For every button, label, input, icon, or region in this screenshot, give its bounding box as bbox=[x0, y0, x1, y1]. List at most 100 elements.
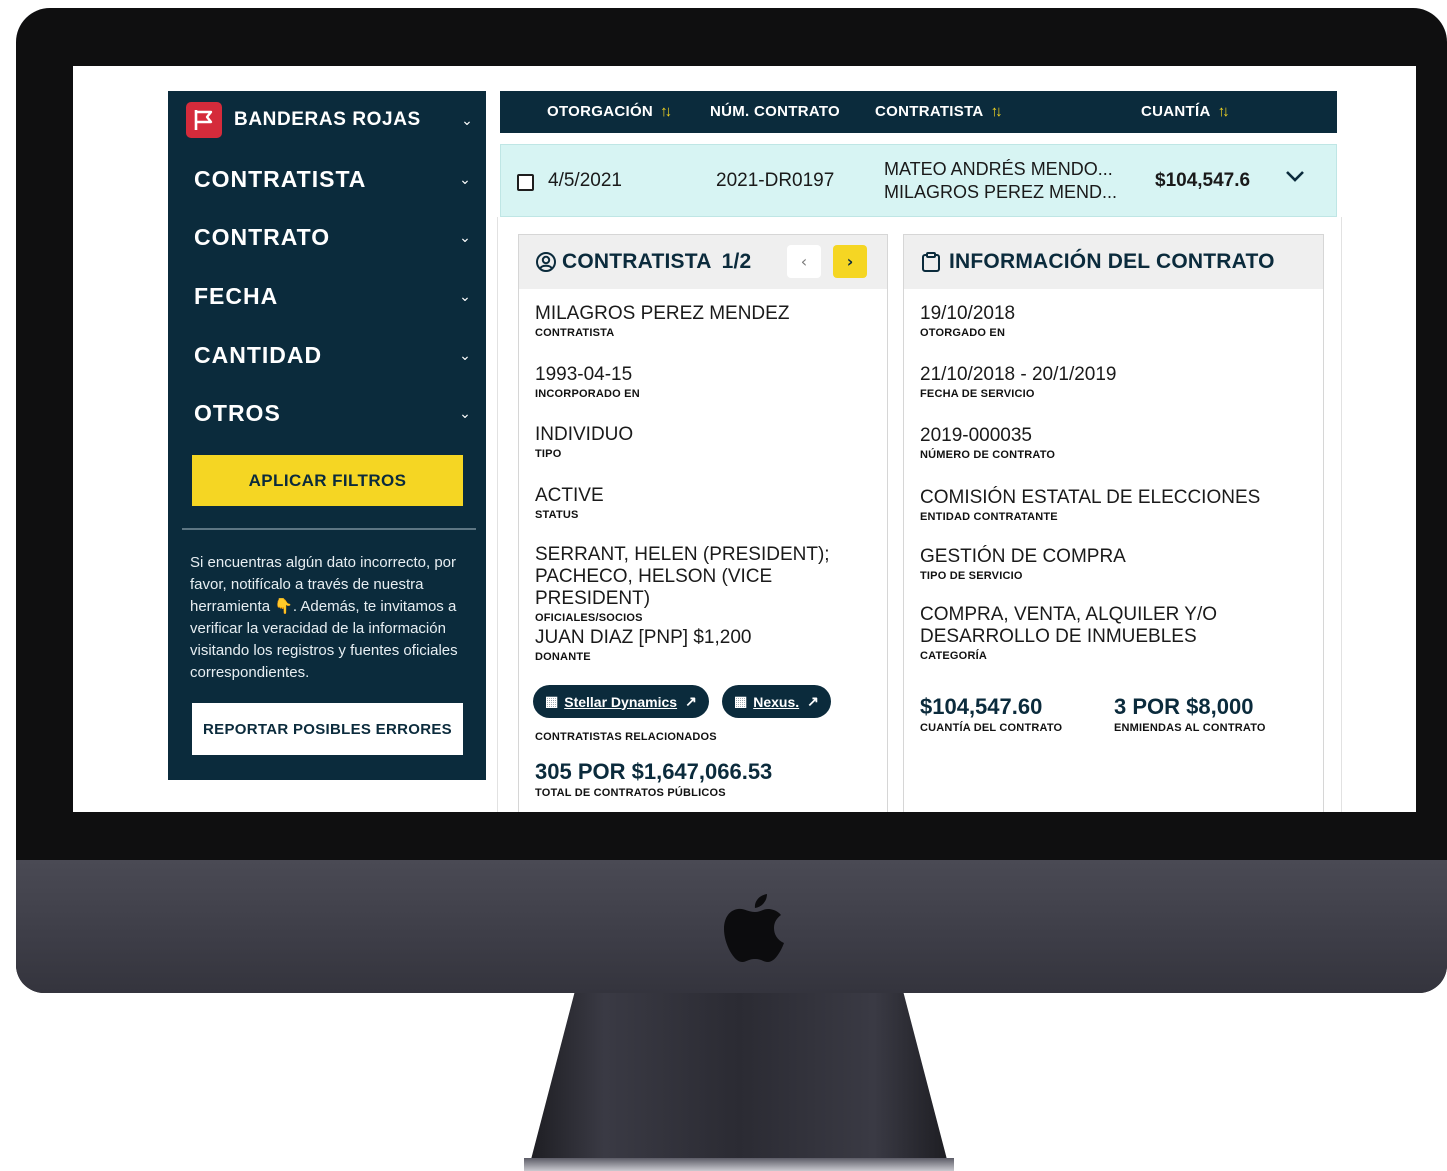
field-value-line1: SERRANT, HELEN (PRESIDENT); bbox=[535, 544, 830, 565]
chevron-down-icon: ⌄ bbox=[459, 228, 471, 245]
field-value: COMISIÓN ESTATAL DE ELECCIONES bbox=[920, 487, 1261, 508]
field-value-line2: DESARROLLO DE INMUEBLES bbox=[920, 626, 1197, 647]
error-notice-text: Si encuentras algún dato incorrecto, por… bbox=[190, 554, 458, 681]
field-value: INDIVIDUO bbox=[535, 424, 634, 445]
field-value: JUAN DIAZ [PNP] $1,200 bbox=[535, 627, 752, 648]
apple-logo-icon bbox=[724, 894, 784, 962]
related-contractor-name: Nexus. bbox=[753, 693, 800, 710]
chevron-down-icon: ⌄ bbox=[461, 111, 473, 128]
field-label: DONANTE bbox=[535, 651, 591, 663]
field-label: FECHA DE SERVICIO bbox=[920, 388, 1035, 400]
officers-field: SERRANT, HELEN (PRESIDENT); PACHECO, HEL… bbox=[535, 544, 887, 624]
row-contractor-line1: MATEO ANDRÉS MENDO... bbox=[884, 159, 1113, 179]
total-contracts-value: 305 POR $1,647,066.53 bbox=[535, 759, 773, 784]
sort-icon: ↑↓ bbox=[1217, 103, 1230, 120]
service-date-field: 21/10/2018 - 20/1/2019 FECHA DE SERVICIO bbox=[920, 364, 1117, 400]
incorporated-field: 1993-04-15 INCORPORADO EN bbox=[535, 364, 640, 400]
filter-label: OTROS bbox=[194, 399, 281, 426]
table-row[interactable]: 4/5/2021 2021-DR0197 MATEO ANDRÉS MENDO.… bbox=[500, 144, 1337, 217]
field-value: GESTIÓN DE COMPRA bbox=[920, 546, 1126, 567]
contract-amount-value: $104,547.60 bbox=[920, 694, 1043, 719]
contract-number-field: 2019-000035 NÚMERO DE CONTRATO bbox=[920, 425, 1055, 461]
type-field: INDIVIDUO TIPO bbox=[535, 424, 633, 460]
field-label: OTORGADO EN bbox=[920, 327, 1006, 339]
previous-contractor-button[interactable]: ‹ bbox=[787, 245, 821, 278]
filter-date[interactable]: FECHA ⌄ bbox=[194, 276, 474, 316]
contractor-pager: 1/2 bbox=[721, 250, 752, 273]
clipboard-icon bbox=[922, 252, 940, 272]
monitor-stand bbox=[528, 993, 950, 1171]
chevron-down-icon: ⌄ bbox=[459, 404, 471, 421]
column-header-amount[interactable]: CUANTÍA ↑↓ bbox=[1141, 103, 1230, 120]
chevron-down-icon: ⌄ bbox=[459, 346, 471, 363]
related-contractor-link[interactable]: ▦ Nexus. ↗ bbox=[722, 685, 831, 718]
column-header-contract-number: NÚM. CONTRATO bbox=[710, 103, 840, 120]
app-screen: BANDERAS ROJAS ⌄ CONTRATISTA ⌄ CONTRATO … bbox=[73, 66, 1416, 812]
next-contractor-button[interactable]: › bbox=[833, 245, 867, 278]
field-value: 19/10/2018 bbox=[920, 303, 1016, 324]
awarded-on-field: 19/10/2018 OTORGADO EN bbox=[920, 303, 1015, 339]
contractor-card-header: CONTRATISTA 1/2 bbox=[519, 235, 887, 289]
row-award-date: 4/5/2021 bbox=[548, 170, 622, 191]
field-label: CATEGORÍA bbox=[920, 650, 987, 662]
red-flags-label: BANDERAS ROJAS bbox=[234, 109, 421, 130]
related-contractor-link[interactable]: ▦ Stellar Dynamics ↗ bbox=[533, 685, 709, 718]
flag-icon bbox=[186, 102, 222, 138]
category-field: COMPRA, VENTA, ALQUILER Y/O DESARROLLO D… bbox=[920, 604, 1217, 662]
field-label: TIPO bbox=[535, 448, 562, 460]
red-flags-filter[interactable]: BANDERAS ROJAS ⌄ bbox=[186, 99, 476, 141]
sort-icon: ↑↓ bbox=[660, 103, 672, 120]
field-value: 1993-04-15 bbox=[535, 364, 633, 385]
filter-amount[interactable]: CANTIDAD ⌄ bbox=[194, 335, 474, 375]
status-field: ACTIVE STATUS bbox=[535, 485, 604, 521]
row-checkbox[interactable] bbox=[517, 174, 534, 191]
field-label: ENMIENDAS AL CONTRATO bbox=[1114, 722, 1266, 734]
row-detail-panel: CONTRATISTA 1/2 ‹ › MILAGROS PEREZ MENDE… bbox=[497, 217, 1342, 812]
filter-others[interactable]: OTROS ⌄ bbox=[194, 393, 474, 433]
donor-field: JUAN DIAZ [PNP] $1,200 DONANTE bbox=[535, 627, 751, 663]
contractor-card-title: CONTRATISTA bbox=[562, 250, 712, 273]
column-label: CONTRATISTA bbox=[875, 103, 984, 120]
filter-contract[interactable]: CONTRATO ⌄ bbox=[194, 217, 474, 257]
contract-card-title: INFORMACIÓN DEL CONTRATO bbox=[949, 250, 1275, 273]
field-label: TIPO DE SERVICIO bbox=[920, 570, 1023, 582]
chevron-down-icon: ⌄ bbox=[459, 170, 471, 187]
filter-label: CANTIDAD bbox=[194, 341, 323, 368]
related-contractors-label-field: CONTRATISTAS RELACIONADOS bbox=[535, 729, 717, 743]
field-label: NÚMERO DE CONTRATO bbox=[920, 449, 1056, 461]
total-contracts-field: 305 POR $1,647,066.53 TOTAL DE CONTRATOS… bbox=[535, 759, 772, 799]
contract-info-card: INFORMACIÓN DEL CONTRATO 19/10/2018 OTOR… bbox=[903, 234, 1324, 812]
field-label: STATUS bbox=[535, 509, 579, 521]
building-icon: ▦ bbox=[734, 693, 748, 709]
monitor-stand-base bbox=[524, 1158, 954, 1171]
apply-filters-button[interactable]: APLICAR FILTROS bbox=[192, 455, 463, 506]
column-header-contractor[interactable]: CONTRATISTA ↑↓ bbox=[875, 103, 1003, 120]
external-link-icon: ↗ bbox=[685, 693, 697, 709]
building-icon: ▦ bbox=[545, 693, 559, 709]
column-label: NÚM. CONTRATO bbox=[710, 103, 841, 120]
sort-icon: ↑↓ bbox=[990, 103, 1003, 120]
field-value: 2019-000035 bbox=[920, 425, 1032, 446]
row-amount: $104,547.6 bbox=[1155, 170, 1251, 191]
field-label: ENTIDAD CONTRATANTE bbox=[920, 511, 1058, 523]
field-label: CONTRATISTAS RELACIONADOS bbox=[535, 731, 717, 743]
report-errors-button[interactable]: REPORTAR POSIBLES ERRORES bbox=[192, 703, 463, 755]
field-label: TOTAL DE CONTRATOS PÚBLICOS bbox=[535, 787, 726, 799]
field-label: CUANTÍA DEL CONTRATO bbox=[920, 722, 1063, 734]
field-label: OFICIALES/SOCIOS bbox=[535, 612, 643, 624]
filter-label: FECHA bbox=[194, 282, 279, 309]
column-label: CUANTÍA bbox=[1141, 103, 1211, 120]
collapse-chevron-icon[interactable] bbox=[1283, 164, 1307, 194]
contracting-entity-field: COMISIÓN ESTATAL DE ELECCIONES ENTIDAD C… bbox=[920, 487, 1260, 523]
filter-label: CONTRATO bbox=[194, 223, 331, 250]
contractor-card: CONTRATISTA 1/2 ‹ › MILAGROS PEREZ MENDE… bbox=[518, 234, 888, 812]
contract-amount-field: $104,547.60 CUANTÍA DEL CONTRATO bbox=[920, 694, 1062, 734]
user-circle-icon bbox=[536, 252, 556, 272]
table-header: OTORGACIÓN ↑↓ NÚM. CONTRATO CONTRATISTA … bbox=[500, 91, 1337, 133]
column-header-award-date[interactable]: OTORGACIÓN ↑↓ bbox=[547, 103, 672, 120]
sidebar-divider bbox=[182, 528, 476, 530]
contract-card-header: INFORMACIÓN DEL CONTRATO bbox=[904, 235, 1323, 289]
filter-contractor[interactable]: CONTRATISTA ⌄ bbox=[194, 159, 474, 199]
row-contract-number: 2021-DR0197 bbox=[716, 170, 835, 191]
filters-sidebar: BANDERAS ROJAS ⌄ CONTRATISTA ⌄ CONTRATO … bbox=[168, 91, 486, 780]
